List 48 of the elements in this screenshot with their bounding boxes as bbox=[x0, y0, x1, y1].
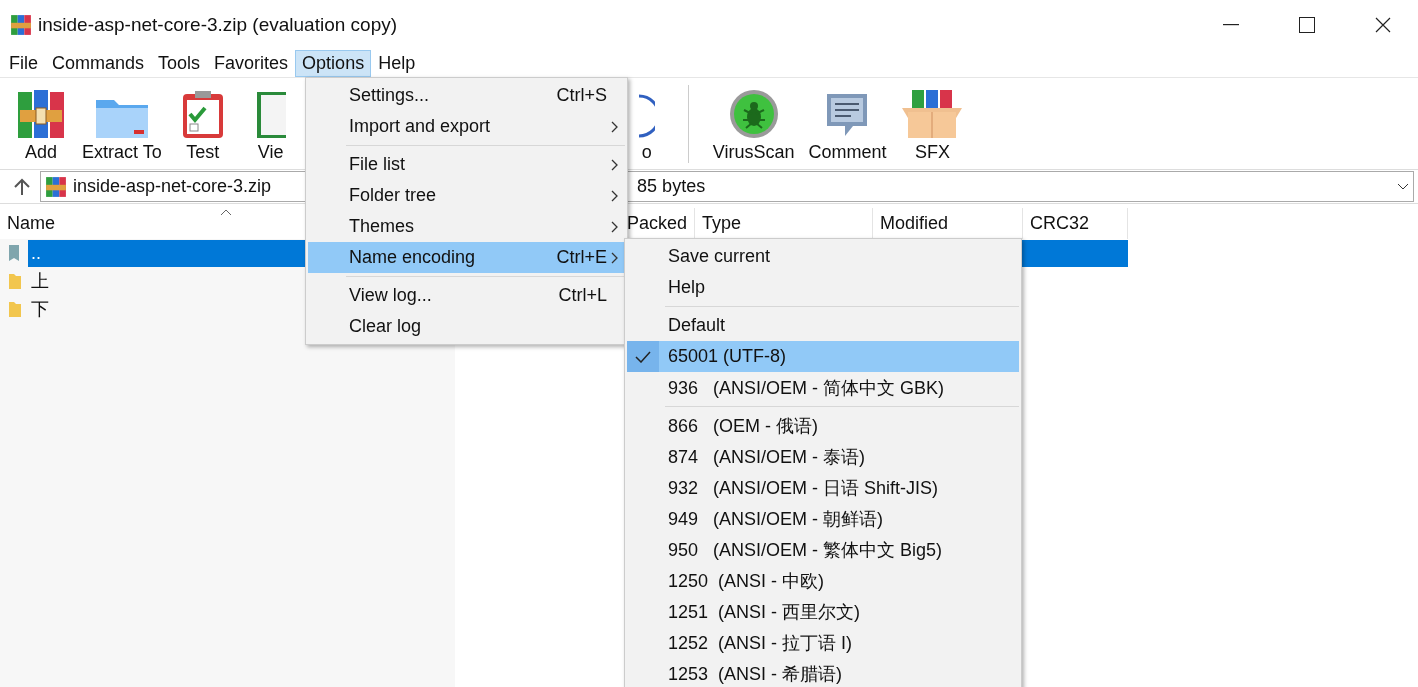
menu-item[interactable]: 1252 (ANSI - 拉丁语 I) bbox=[627, 627, 1019, 658]
clipboard-icon bbox=[180, 90, 225, 140]
menu-item[interactable]: View log... Ctrl+L bbox=[308, 280, 625, 311]
toolbar-button[interactable]: VirusScan bbox=[712, 88, 795, 163]
folder-icon bbox=[8, 271, 22, 291]
menu-title[interactable]: Commands bbox=[45, 50, 152, 77]
folder-icon bbox=[8, 299, 22, 319]
file-name[interactable]: 上 bbox=[28, 267, 49, 295]
maximize-icon bbox=[1299, 17, 1315, 33]
box-icon bbox=[900, 88, 965, 140]
toolbar-button[interactable]: Extract To bbox=[82, 92, 162, 163]
menu-title[interactable]: Options bbox=[295, 50, 372, 77]
menu-item[interactable]: Clear log bbox=[308, 311, 625, 342]
file-name[interactable]: 下 bbox=[28, 295, 49, 323]
menu-item[interactable]: Help bbox=[627, 272, 1019, 303]
menu-title[interactable]: Tools bbox=[151, 50, 208, 77]
menu-title[interactable]: File bbox=[2, 50, 45, 77]
up-arrow-icon[interactable] bbox=[14, 177, 30, 196]
toolbar-button[interactable]: SFX bbox=[900, 88, 965, 163]
menu-item[interactable]: 65001 (UTF-8) bbox=[627, 341, 1019, 372]
toolbar-button[interactable]: Vie bbox=[243, 90, 298, 163]
menu-item[interactable]: 1250 (ANSI - 中欧) bbox=[627, 565, 1019, 596]
toolbar-button[interactable]: Comment bbox=[808, 90, 887, 163]
menu-item[interactable]: Name encoding Ctrl+E bbox=[308, 242, 625, 273]
toolbar-button[interactable]: Test bbox=[175, 90, 230, 163]
menu-item[interactable]: Save current bbox=[627, 241, 1019, 272]
menu-item[interactable]: Default bbox=[627, 310, 1019, 341]
menu-item[interactable]: 936 (ANSI/OEM - 简体中文 GBK) bbox=[627, 372, 1019, 403]
menu-item[interactable]: 950 (ANSI/OEM - 繁体中文 Big5) bbox=[627, 534, 1019, 565]
dropdown-caret-icon bbox=[1397, 182, 1409, 191]
menu-item[interactable]: 932 (ANSI/OEM - 日语 Shift-JIS) bbox=[627, 472, 1019, 503]
archive-icon bbox=[45, 175, 67, 198]
menu-item[interactable]: 874 (ANSI/OEM - 泰语) bbox=[627, 441, 1019, 472]
toolbar-button[interactable]: Add bbox=[14, 88, 68, 163]
menu-item[interactable]: 866 (OEM - 俄语) bbox=[627, 410, 1019, 441]
menu-item[interactable]: 949 (ANSI/OEM - 朝鲜语) bbox=[627, 503, 1019, 534]
books-icon bbox=[16, 88, 66, 140]
menu-item[interactable]: 1251 (ANSI - 西里尔文) bbox=[627, 596, 1019, 627]
folder-up-icon bbox=[8, 243, 22, 263]
archive-icon bbox=[10, 14, 32, 36]
bug-icon bbox=[727, 88, 780, 140]
book-icon bbox=[255, 90, 286, 140]
menu-title[interactable]: Help bbox=[371, 50, 423, 77]
minimize-icon bbox=[1223, 24, 1239, 26]
window-title: inside-asp-net-core-3.zip (evaluation copy) bbox=[38, 14, 399, 36]
close-icon bbox=[1375, 17, 1391, 33]
menu-title[interactable]: Favorites bbox=[207, 50, 296, 77]
menu-item[interactable]: 1253 (ANSI - 希腊语) bbox=[627, 658, 1019, 687]
